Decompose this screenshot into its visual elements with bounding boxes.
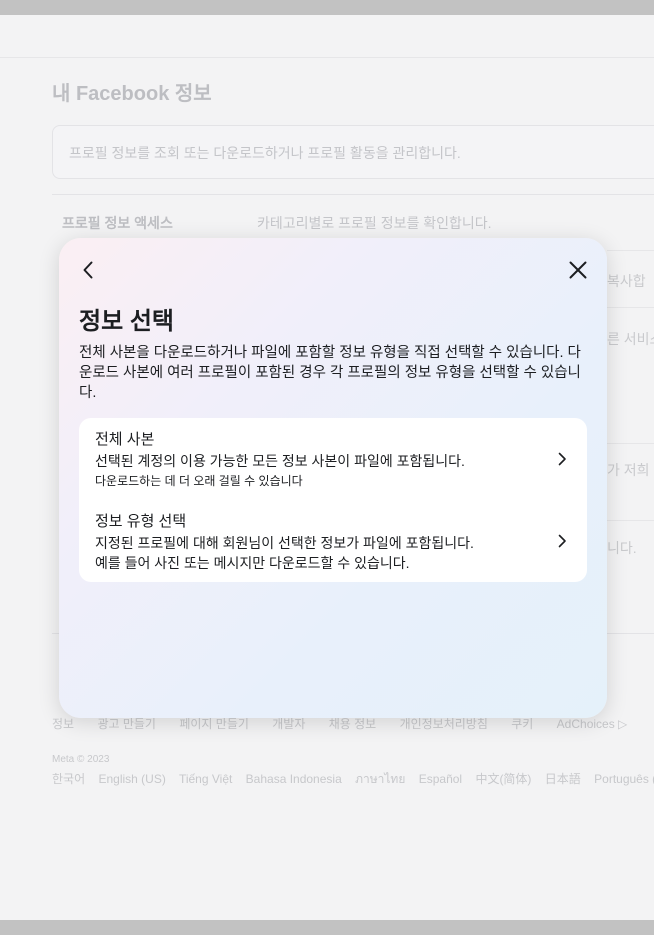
language-link[interactable]: Português (Brasil) <box>594 772 654 786</box>
option-title: 전체 사본 <box>95 431 155 448</box>
language-link[interactable]: Bahasa Indonesia <box>246 772 342 786</box>
language-link[interactable]: Tiếng Việt <box>179 772 232 786</box>
page-title: 내 Facebook 정보 <box>52 83 212 105</box>
dialog-title: 정보 선택 <box>79 308 174 335</box>
chevron-right-icon <box>558 534 566 548</box>
page-description-box: 프로필 정보를 조회 또는 다운로드하거나 프로필 활동을 관리합니다. <box>52 125 654 179</box>
full-copy-option[interactable]: 전체 사본 선택된 계정의 이용 가능한 모든 정보 사본이 파일에 포함됩니다… <box>79 418 587 500</box>
footer-link[interactable]: 쿠키 <box>511 717 533 731</box>
back-button[interactable] <box>77 258 101 282</box>
language-link[interactable]: Español <box>419 772 462 786</box>
option-description: 지정된 프로필에 대해 회원님이 선택한 정보가 파일에 포함됩니다. <box>95 535 474 551</box>
language-link[interactable]: 日本語 <box>545 772 581 786</box>
footer-link[interactable]: AdChoices ▷ <box>557 717 628 731</box>
dialog-description: 전체 사본을 다운로드하거나 파일에 포함할 정보 유형을 직접 선택할 수 있… <box>79 345 581 401</box>
language-selector: 한국어 English (US) Tiếng Việt Bahasa Indon… <box>52 770 654 789</box>
options-card: 전체 사본 선택된 계정의 이용 가능한 모든 정보 사본이 파일에 포함됩니다… <box>79 418 587 582</box>
footer-link[interactable]: 개발자 <box>272 717 305 731</box>
footer-link[interactable]: 정보 <box>52 717 74 731</box>
row-divider <box>607 520 654 521</box>
settings-row-peek: 복사합 <box>607 273 646 289</box>
row-divider <box>607 307 654 308</box>
chevron-left-icon <box>83 261 93 279</box>
row-divider <box>607 443 654 444</box>
option-title: 정보 유형 선택 <box>95 513 187 530</box>
option-note: 다운로드하는 데 더 오래 걸릴 수 있습니다 <box>95 474 303 488</box>
close-button[interactable] <box>566 258 590 282</box>
option-description: 선택된 계정의 이용 가능한 모든 정보 사본이 파일에 포함됩니다. <box>95 453 465 469</box>
option-note: 예를 들어 사진 또는 메시지만 다운로드할 수 있습니다. <box>95 555 410 571</box>
footer-link[interactable]: 광고 만들기 <box>97 717 156 731</box>
section-divider <box>52 194 654 195</box>
chevron-right-icon <box>558 452 566 466</box>
window-bottom-bar <box>0 920 654 935</box>
footer-link[interactable]: 페이지 만들기 <box>179 717 249 731</box>
settings-row-label: 프로필 정보 액세스 <box>62 215 173 231</box>
page-description: 프로필 정보를 조회 또는 다운로드하거나 프로필 활동을 관리합니다. <box>69 145 461 161</box>
footer-link[interactable]: 채용 정보 <box>329 717 377 731</box>
language-link[interactable]: English (US) <box>98 772 165 786</box>
copyright: Meta © 2023 <box>52 754 110 765</box>
close-icon <box>569 261 587 279</box>
language-link[interactable]: 한국어 <box>52 772 85 786</box>
select-info-types-option[interactable]: 정보 유형 선택 지정된 프로필에 대해 회원님이 선택한 정보가 파일에 포함… <box>79 500 587 582</box>
settings-row-peek: 른 서비스 <box>607 331 654 347</box>
settings-row-value: 카테고리별로 프로필 정보를 확인합니다. <box>257 215 492 231</box>
language-link[interactable]: ภาษาไทย <box>355 772 405 786</box>
row-divider <box>607 250 654 251</box>
settings-row-peek: 가 저희 <box>607 462 650 478</box>
header-divider <box>0 57 654 58</box>
window-top-bar <box>0 0 654 15</box>
settings-row-peek: 니다. <box>607 540 637 556</box>
footer-link[interactable]: 개인정보처리방침 <box>400 717 488 731</box>
language-link[interactable]: 中文(简体) <box>475 772 531 786</box>
select-information-dialog: 정보 선택 전체 사본을 다운로드하거나 파일에 포함할 정보 유형을 직접 선… <box>59 238 607 718</box>
